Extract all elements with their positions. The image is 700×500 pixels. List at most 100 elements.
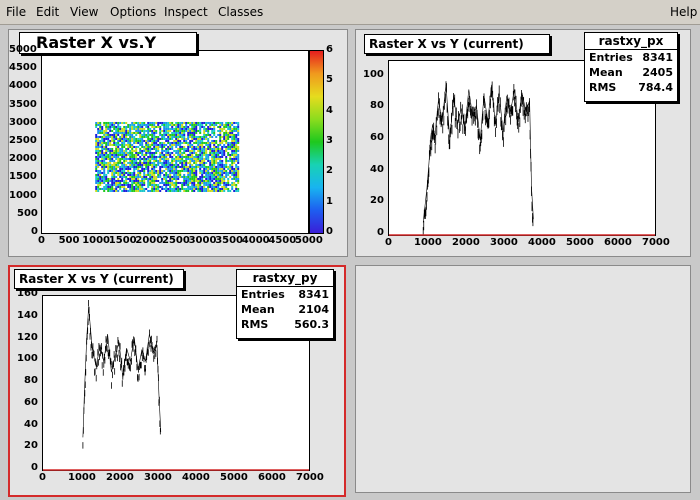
heatmap-cell	[179, 139, 182, 142]
stats-label: Mean	[589, 66, 623, 79]
heatmap-cell	[183, 131, 186, 134]
heatmap-cell	[185, 141, 188, 144]
heatmap-cell	[231, 133, 234, 136]
heatmap-cell	[175, 167, 178, 170]
heatmap-cell	[121, 153, 124, 156]
heatmap-cell	[159, 133, 162, 136]
menu-options[interactable]: Options	[110, 5, 156, 19]
heatmap-cell	[175, 143, 178, 146]
heatmap-cell	[111, 135, 114, 138]
heatmap-cell	[157, 143, 160, 146]
heatmap-cell	[115, 165, 118, 168]
heatmap-cell	[237, 149, 240, 152]
heatmap-cell	[213, 155, 216, 158]
menu-classes[interactable]: Classes	[218, 5, 263, 19]
heatmap-cell	[227, 123, 230, 126]
heatmap-cell	[133, 153, 136, 156]
heatmap-cell	[185, 153, 188, 156]
heatmap-cell	[135, 139, 138, 142]
heatmap-cell	[97, 149, 100, 152]
pad-rastxy-py[interactable]: Raster X vs Y (current) rastxy_py Entrie…	[8, 265, 346, 497]
heatmap-cell	[175, 181, 178, 184]
heatmap-cell	[149, 151, 152, 154]
heatmap-cell	[189, 157, 192, 160]
heatmap-cell	[127, 133, 130, 136]
heatmap-cell	[167, 131, 170, 134]
heatmap-cell	[117, 163, 120, 166]
heatmap-cell	[105, 187, 108, 190]
heatmap-cell	[115, 163, 118, 166]
heatmap-cell	[101, 159, 104, 162]
heatmap-cell	[211, 131, 214, 134]
heatmap-cell	[115, 127, 118, 130]
heatmap-cell	[169, 163, 172, 166]
pad-empty[interactable]	[355, 265, 691, 493]
heatmap-cell	[221, 175, 224, 178]
heatmap-cell	[237, 155, 240, 158]
heatmap-cell	[147, 141, 150, 144]
menu-inspect[interactable]: Inspect	[164, 5, 208, 19]
heatmap-cell	[213, 129, 216, 132]
heatmap-cell	[221, 147, 224, 150]
heatmap-cell	[197, 185, 200, 188]
heatmap-cell	[145, 175, 148, 178]
heatmap-cell	[153, 163, 156, 166]
pad-rastxy-px[interactable]: Raster X vs Y (current) rastxy_px Entrie…	[355, 29, 691, 257]
heatmap-cell	[199, 161, 202, 164]
heatmap-cell	[169, 161, 172, 164]
heatmap-cell	[205, 187, 208, 190]
heatmap-cell	[125, 187, 128, 190]
heatmap-cell	[109, 139, 112, 142]
heatmap-cell	[147, 189, 150, 192]
heatmap-cell	[97, 143, 100, 146]
heatmap-cell	[215, 187, 218, 190]
heatmap-cell	[229, 167, 232, 170]
heatmap-cell	[217, 181, 220, 184]
heatmap-cell	[99, 169, 102, 172]
menu-edit[interactable]: Edit	[36, 5, 59, 19]
heatmap-cell	[191, 143, 194, 146]
pad-raster-xy[interactable]: Raster X vs.Y 1000 1500 2000 2500 3000 3500 40…	[8, 29, 348, 257]
heatmap-cell	[115, 147, 118, 150]
heatmap-cell	[211, 163, 214, 166]
heatmap-cell	[199, 139, 202, 142]
heatmap-cell	[113, 135, 116, 138]
heatmap-cell	[199, 137, 202, 140]
heatmap-cell	[109, 135, 112, 138]
heatmap-cell	[113, 155, 116, 158]
menu-help[interactable]: Help	[670, 5, 697, 19]
heatmap-cell	[209, 121, 212, 124]
heatmap-cell	[101, 135, 104, 138]
heatmap-cell	[171, 141, 174, 144]
heatmap-cell	[199, 163, 202, 166]
heatmap-cell	[233, 133, 236, 136]
heatmap-cell	[205, 167, 208, 170]
heatmap-cell	[185, 183, 188, 186]
heatmap-cell	[169, 123, 172, 126]
heatmap-cell	[205, 121, 208, 124]
heatmap-cell	[103, 181, 106, 184]
heatmap-cell	[199, 135, 202, 138]
heatmap-cell	[99, 139, 102, 142]
y-tick-label: 80	[24, 375, 38, 386]
heatmap-cell	[97, 175, 100, 178]
heatmap-cell	[213, 171, 216, 174]
heatmap-cell	[137, 169, 140, 172]
heatmap-cell	[235, 153, 238, 156]
heatmap-cell	[119, 143, 122, 146]
heatmap-cell	[103, 155, 106, 158]
heatmap-cell	[153, 189, 156, 192]
heatmap-cell	[153, 141, 156, 144]
heatmap-cell	[97, 183, 100, 186]
heatmap-cell	[95, 159, 98, 162]
heatmap-cell	[219, 187, 222, 190]
heatmap-cell	[173, 187, 176, 190]
heatmap-cell	[139, 141, 142, 144]
heatmap-cell	[95, 133, 98, 136]
heatmap-cell	[207, 171, 210, 174]
heatmap-cell	[193, 157, 196, 160]
heatmap-cell	[183, 129, 186, 132]
x-tick-label: 1500	[108, 235, 137, 246]
menu-view[interactable]: View	[70, 5, 98, 19]
menu-file[interactable]: File	[6, 5, 26, 19]
